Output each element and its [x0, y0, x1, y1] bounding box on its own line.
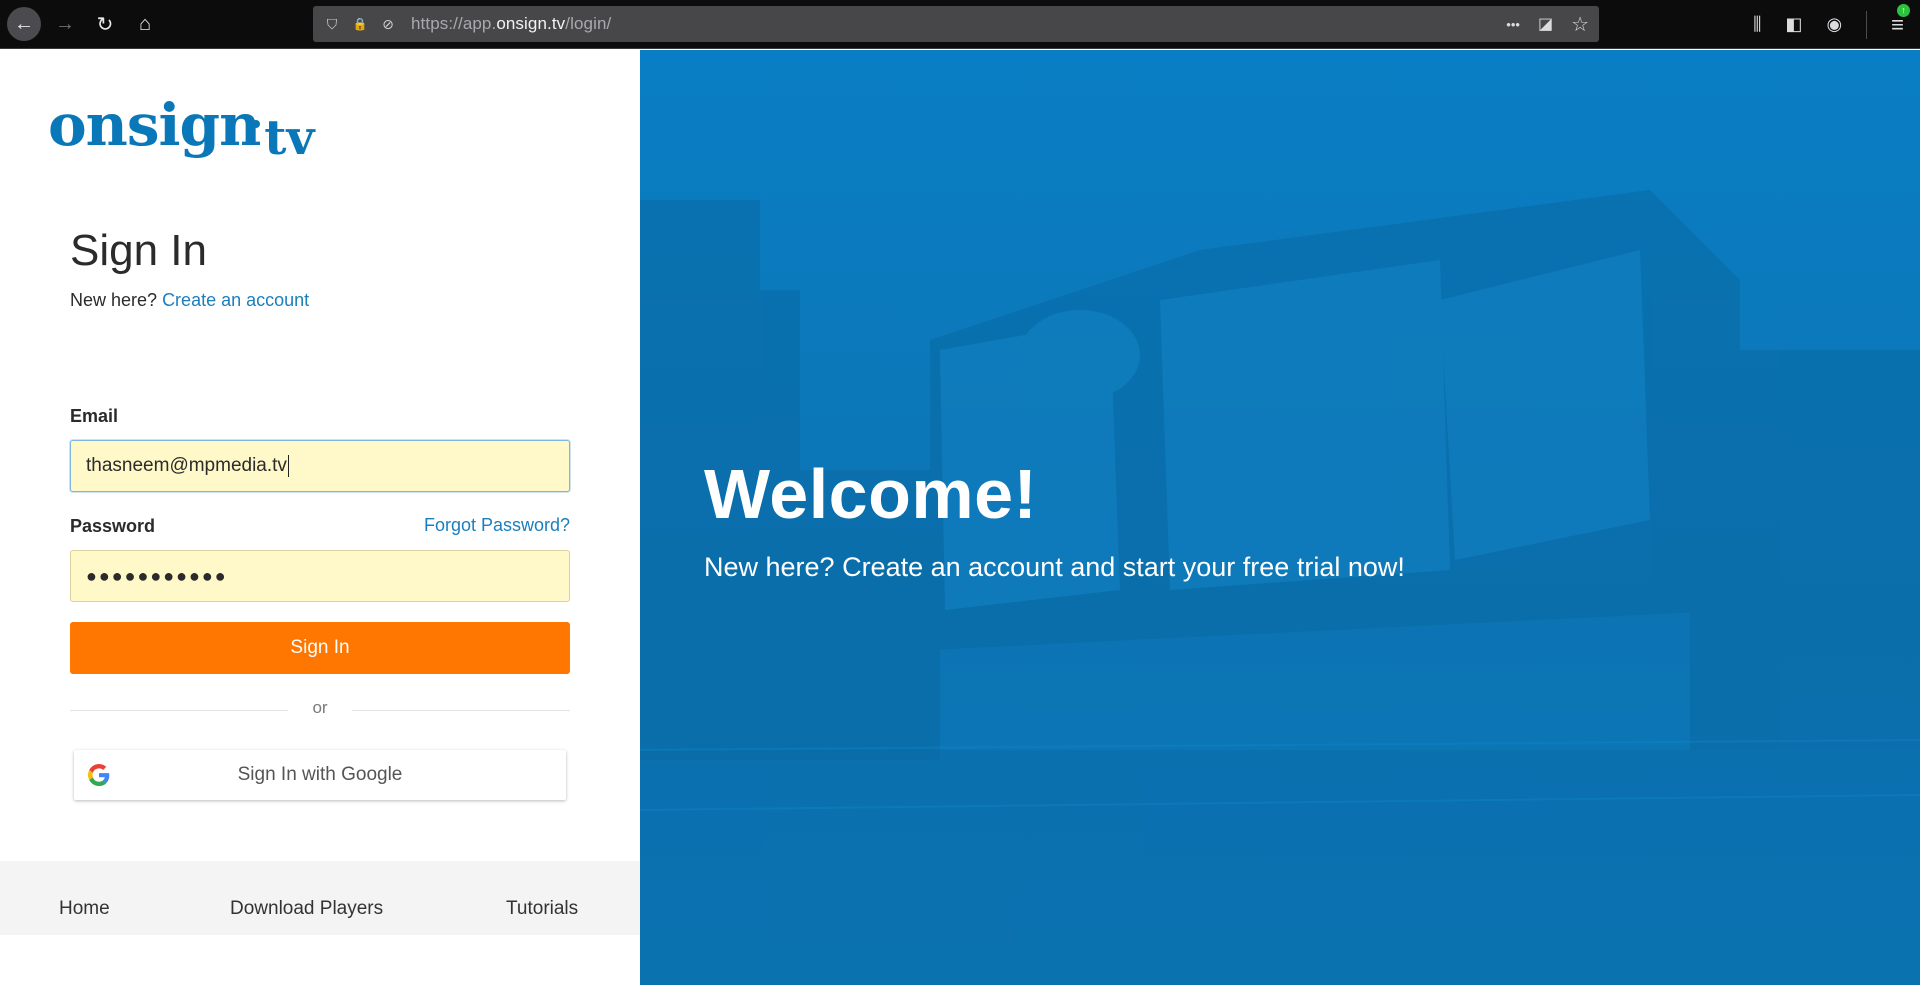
lock-icon[interactable]: 🔒 [351, 17, 369, 31]
page-title: Sign In [70, 226, 207, 275]
shield-icon[interactable]: ⛉ [323, 16, 341, 33]
footer-tutorials-link[interactable]: Tutorials [506, 898, 578, 920]
home-button[interactable]: ⌂ [128, 7, 162, 41]
toolbar-divider [1866, 10, 1868, 39]
browser-toolbar: ← → ↻ ⌂ ⛉ 🔒 ⊘ https://app.onsign.tv/logi… [0, 0, 1920, 49]
url-domain: onsign.tv [496, 14, 566, 33]
password-mask: ●●●●●●●●●●● [86, 565, 228, 586]
tracking-protection-icon[interactable]: ⊘ [379, 16, 397, 33]
footer-download-players-link[interactable]: Download Players [230, 898, 383, 920]
create-account-link[interactable]: Create an account [162, 290, 309, 310]
url-text[interactable]: https://app.onsign.tv/login/ [411, 14, 611, 34]
forward-button[interactable]: → [48, 7, 82, 41]
update-badge-icon: ↑ [1897, 3, 1910, 17]
more-icon[interactable]: ••• [1506, 17, 1520, 32]
logo-tv-label: tv [264, 110, 315, 166]
or-separator: or [312, 698, 328, 717]
onsign-logo[interactable]: onsign tv [48, 91, 314, 162]
library-icon[interactable]: ⫼ [1753, 14, 1761, 35]
url-bar[interactable]: ⛉ 🔒 ⊘ https://app.onsign.tv/login/ ••• ◪… [313, 6, 1599, 42]
password-label: Password [70, 516, 156, 536]
divider-left [70, 710, 288, 711]
google-button-label: Sign In with Google [237, 764, 403, 785]
hero-subtitle: New here? Create an account and start yo… [704, 552, 1405, 582]
email-label: Email [70, 406, 119, 426]
url-prefix: https://app. [411, 14, 497, 33]
reload-button[interactable]: ↻ [88, 7, 122, 41]
sidebar-icon[interactable]: ◧ [1785, 14, 1802, 35]
footer-home-link[interactable]: Home [59, 898, 110, 920]
url-path: /login/ [565, 14, 612, 33]
hero-title: Welcome! [704, 455, 1038, 533]
hamburger-menu-icon[interactable]: ≡ ↑ [1891, 3, 1910, 38]
home-icon: ⌂ [138, 12, 152, 35]
footer-nav: Home Download Players Tutorials [0, 861, 640, 935]
new-here-text: New here? [70, 290, 158, 310]
pocket-icon[interactable]: ◪ [1538, 14, 1553, 34]
signup-prompt: New here? Create an account [70, 290, 309, 311]
google-sign-in-button[interactable]: Sign In with Google [74, 750, 566, 800]
email-value: thasneem@mpmedia.tv [86, 455, 287, 476]
arrow-left-icon: ← [14, 12, 34, 35]
arrow-right-icon: → [55, 12, 75, 35]
url-actions: ••• ◪ ☆ [1506, 6, 1589, 42]
google-icon [88, 764, 110, 786]
divider-right [352, 710, 570, 711]
logo-tv-text: tv [252, 114, 314, 162]
hero-panel: Welcome! New here? Create an account and… [640, 50, 1920, 985]
back-button[interactable]: ← [7, 7, 41, 41]
toolbar-icons: ⫼ ◧ ◉ ≡ ↑ [1753, 0, 1920, 49]
reload-icon: ↻ [96, 13, 114, 36]
forgot-password-link[interactable]: Forgot Password? [424, 515, 570, 536]
email-field[interactable]: thasneem@mpmedia.tv [70, 440, 570, 492]
text-caret [287, 455, 289, 477]
logo-main-text: onsign [48, 91, 261, 159]
password-field[interactable]: ●●●●●●●●●●● [70, 550, 570, 602]
star-icon[interactable]: ☆ [1571, 12, 1589, 37]
sign-in-button[interactable]: Sign In [70, 622, 570, 674]
account-icon[interactable]: ◉ [1826, 14, 1842, 35]
